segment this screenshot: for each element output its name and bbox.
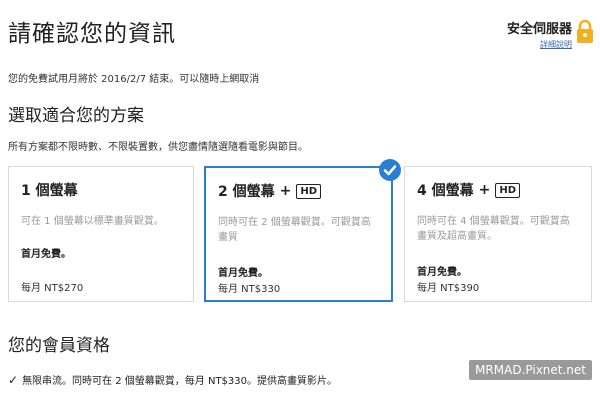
plan-description: 可在 1 個螢幕以標準畫質觀賞。: [21, 216, 164, 227]
membership-heading: 您的會員資格: [8, 336, 110, 356]
plan-card-2-screens[interactable]: 2 個螢幕 + HD 同時可在 2 個螢幕觀賞。可觀賞高畫質 首月免費。 每月 …: [204, 159, 401, 302]
plus-sign: +: [279, 183, 292, 199]
plan-free-label: 首月免費。: [218, 268, 268, 279]
plans-heading: 選取適合您的方案: [8, 106, 144, 126]
plan-name: 4 個螢幕 + HD: [417, 180, 521, 200]
plan-list: 1 個螢幕 可在 1 個螢幕以標準畫質觀賞。 首月免費。 每月 NT$270 2…: [8, 159, 592, 304]
secure-server-label: 安全伺服器: [506, 22, 572, 37]
plan-price: 每月 NT$390: [417, 283, 480, 294]
plan-free-label: 首月免費。: [21, 249, 71, 260]
plan-description: 同時可在 4 個螢幕觀賞。可觀賞高畫質及超高畫質。: [417, 216, 570, 242]
secure-server: 安全伺服器 詳細說明: [507, 18, 594, 50]
plan-price: 每月 NT$330: [218, 284, 281, 295]
plan-card-1-screen[interactable]: 1 個螢幕 可在 1 個螢幕以標準畫質觀賞。 首月免費。 每月 NT$270: [8, 166, 194, 302]
lock-icon: [576, 18, 594, 44]
watermark: MRMAD.Pixnet.net: [469, 360, 592, 380]
plan-name: 2 個螢幕 + HD: [218, 181, 322, 201]
hd-badge: HD: [296, 183, 322, 199]
plan-name: 1 個螢幕: [21, 183, 78, 199]
plans-subtitle: 所有方案都不限時數、不限裝置數，供您盡情隨選隨看電影與節目。: [8, 142, 308, 153]
plan-card-4-screens[interactable]: 4 個螢幕 + HD 同時可在 4 個螢幕觀賞。可觀賞高畫質及超高畫質。 首月免…: [404, 166, 592, 302]
plus-sign: +: [478, 182, 491, 198]
membership-benefit: ✓ 無限串流。同時可在 2 個螢幕觀賞，每月 NT$330。提供高畫質影片。: [8, 372, 337, 388]
details-link[interactable]: 詳細說明: [540, 39, 572, 50]
page-title: 請確認您的資訊: [8, 21, 176, 47]
hd-badge: HD: [495, 182, 521, 198]
selected-check-icon: [379, 159, 401, 181]
plan-price: 每月 NT$270: [21, 283, 84, 294]
checkmark-icon: ✓: [8, 372, 19, 387]
plan-free-label: 首月免費。: [417, 267, 467, 278]
trial-end-notice: 您的免費試用月將於 2016/2/7 結束。可以隨時上網取消: [8, 74, 260, 85]
benefit-text: 無限串流。同時可在 2 個螢幕觀賞，每月 NT$330。提供高畫質影片。: [22, 376, 337, 387]
plan-description: 同時可在 2 個螢幕觀賞。可觀賞高畫質: [218, 217, 371, 243]
